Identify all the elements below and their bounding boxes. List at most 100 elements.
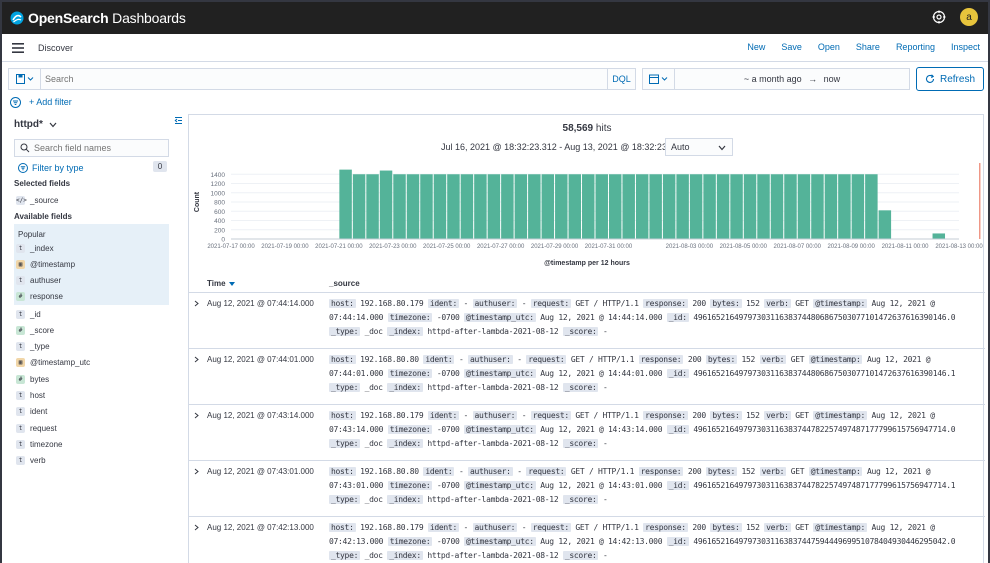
source-value: GET bbox=[786, 355, 809, 364]
histogram-bar[interactable] bbox=[379, 170, 393, 239]
histogram-bar[interactable] bbox=[851, 174, 865, 239]
popular-field-response[interactable]: # response bbox=[14, 289, 169, 305]
histogram-bar[interactable] bbox=[635, 174, 649, 239]
collapse-sidebar-icon[interactable] bbox=[174, 116, 183, 125]
source-value: - bbox=[517, 411, 531, 420]
histogram-bar[interactable] bbox=[757, 174, 770, 239]
popular-field-timestamp[interactable]: ▦ @timestamp bbox=[14, 256, 169, 272]
histogram-bar[interactable] bbox=[474, 174, 487, 239]
histogram-bar[interactable] bbox=[608, 174, 622, 239]
reporting-button[interactable]: Reporting bbox=[896, 42, 935, 52]
popular-field-index[interactable]: t _index bbox=[14, 240, 169, 256]
histogram-bar[interactable] bbox=[487, 174, 501, 239]
histogram-bar[interactable] bbox=[622, 174, 635, 239]
expand-row-icon[interactable] bbox=[193, 468, 200, 475]
interval-select[interactable]: Auto bbox=[665, 138, 733, 156]
histogram-bar[interactable] bbox=[541, 174, 555, 239]
histogram-bar[interactable] bbox=[366, 174, 379, 239]
source-value: - bbox=[598, 327, 608, 336]
time-start[interactable]: ~ a month ago bbox=[744, 74, 802, 84]
hamburger-menu-icon[interactable] bbox=[12, 42, 24, 53]
histogram-bar[interactable] bbox=[406, 174, 420, 239]
source-key: _index: bbox=[387, 495, 423, 504]
histogram-bar[interactable] bbox=[676, 174, 689, 239]
popular-field-authuser[interactable]: t authuser bbox=[14, 273, 169, 289]
available-field-host[interactable]: t host bbox=[14, 388, 169, 404]
user-avatar[interactable]: a bbox=[960, 8, 978, 26]
histogram-bar[interactable] bbox=[743, 174, 757, 239]
available-field-timestamputc[interactable]: ▦ @timestamp_utc bbox=[14, 355, 169, 371]
save-button[interactable]: Save bbox=[781, 42, 802, 52]
expand-row-icon[interactable] bbox=[193, 524, 200, 531]
histogram-bar[interactable] bbox=[447, 174, 460, 239]
available-field-verb[interactable]: t verb bbox=[14, 453, 169, 469]
sort-down-icon[interactable] bbox=[228, 281, 235, 286]
histogram-bar[interactable] bbox=[865, 174, 878, 239]
x-tick-label: 2021-08-09 00:00 bbox=[827, 244, 875, 250]
histogram-bar[interactable] bbox=[339, 169, 352, 239]
histogram-bar[interactable] bbox=[838, 174, 851, 239]
saved-query-menu[interactable] bbox=[9, 69, 41, 89]
histogram-bar[interactable] bbox=[393, 174, 406, 239]
histogram-bar[interactable] bbox=[878, 210, 892, 239]
available-field-timezone[interactable]: t timezone bbox=[14, 436, 169, 452]
histogram-bar[interactable] bbox=[460, 174, 474, 239]
histogram-bar[interactable] bbox=[824, 174, 838, 239]
new-button[interactable]: New bbox=[747, 42, 765, 52]
inspect-button[interactable]: Inspect bbox=[951, 42, 980, 52]
histogram-bar[interactable] bbox=[555, 174, 568, 239]
histogram-bar[interactable] bbox=[730, 174, 743, 239]
histogram-bar[interactable] bbox=[703, 174, 716, 239]
histogram-bar[interactable] bbox=[514, 174, 528, 239]
available-field-score[interactable]: # _score bbox=[14, 322, 169, 338]
histogram-bar[interactable] bbox=[797, 174, 811, 239]
source-value: Aug 12, 2021 @ 14:44:14.000 bbox=[535, 313, 667, 322]
query-language-toggle[interactable]: DQL bbox=[607, 69, 635, 89]
available-field-request[interactable]: t request bbox=[14, 420, 169, 436]
available-field-id[interactable]: t _id bbox=[14, 306, 169, 322]
histogram-bar[interactable] bbox=[528, 174, 541, 239]
histogram-bar[interactable] bbox=[501, 174, 514, 239]
histogram-chart[interactable]: 0 200 400 600 800 1000 1200 1400 Count 2021-07-17… bbox=[189, 159, 985, 259]
histogram-bar[interactable] bbox=[662, 174, 676, 239]
add-filter-button[interactable]: + Add filter bbox=[29, 97, 72, 107]
source-key: authuser: bbox=[472, 523, 518, 532]
expand-row-icon[interactable] bbox=[193, 300, 200, 307]
histogram-bar[interactable] bbox=[811, 174, 824, 239]
selected-field-source[interactable]: </> _source bbox=[14, 192, 169, 208]
histogram-bar[interactable] bbox=[784, 174, 797, 239]
index-pattern-selector[interactable]: httpd* bbox=[14, 119, 57, 130]
open-button[interactable]: Open bbox=[818, 42, 840, 52]
time-end[interactable]: now bbox=[824, 74, 841, 84]
time-range[interactable]: ~ a month ago → now bbox=[675, 74, 909, 84]
filter-by-type-button[interactable]: Filter by type 0 bbox=[14, 161, 169, 175]
time-column-header[interactable]: Time bbox=[207, 279, 235, 288]
field-search-input[interactable] bbox=[34, 143, 168, 153]
histogram-bar[interactable] bbox=[932, 233, 946, 239]
histogram-bar[interactable] bbox=[689, 174, 703, 239]
expand-row-icon[interactable] bbox=[193, 412, 200, 419]
histogram-bar[interactable] bbox=[716, 174, 730, 239]
quick-date-menu[interactable] bbox=[643, 69, 675, 89]
histogram-bar[interactable] bbox=[352, 174, 366, 239]
histogram-bar[interactable] bbox=[420, 174, 433, 239]
help-icon[interactable] bbox=[932, 10, 946, 24]
histogram-bar[interactable] bbox=[582, 174, 595, 239]
share-button[interactable]: Share bbox=[856, 42, 880, 52]
histogram-bar[interactable] bbox=[649, 174, 662, 239]
available-field-type[interactable]: t _type bbox=[14, 339, 169, 355]
x-tick-label: 2021-07-27 00:00 bbox=[477, 244, 525, 250]
x-tick-label: 2021-08-13 00:00 bbox=[935, 244, 983, 250]
filter-options-icon[interactable] bbox=[10, 96, 21, 108]
source-value: 152 bbox=[741, 523, 765, 532]
histogram-bar[interactable] bbox=[770, 174, 784, 239]
app-logo[interactable]: OpenSearch Dashboards bbox=[10, 10, 186, 26]
search-input[interactable] bbox=[41, 74, 607, 84]
histogram-bar[interactable] bbox=[568, 174, 582, 239]
histogram-bar[interactable] bbox=[595, 174, 608, 239]
histogram-bar[interactable] bbox=[433, 174, 447, 239]
expand-row-icon[interactable] bbox=[193, 356, 200, 363]
available-field-bytes[interactable]: # bytes bbox=[14, 371, 169, 387]
refresh-button[interactable]: Refresh bbox=[916, 67, 984, 91]
available-field-ident[interactable]: t ident bbox=[14, 404, 169, 420]
